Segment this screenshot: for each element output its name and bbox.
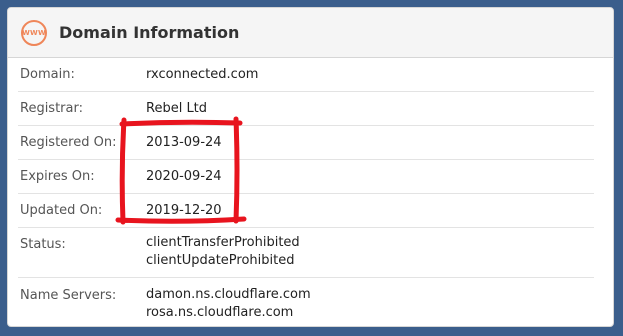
name-server-value: damon.ns.cloudflare.com [146, 287, 311, 302]
status-values: clientTransferProhibited clientUpdatePro… [146, 234, 300, 270]
row-registered-on: Registered On: 2013-09-24 [18, 126, 594, 160]
domain-information-panel: WWW Domain Information Domain: rxconnect… [7, 7, 614, 327]
registered-on-label: Registered On: [20, 135, 117, 150]
registrar-label: Registrar: [20, 101, 83, 116]
updated-on-value: 2019-12-20 [146, 203, 222, 218]
domain-value: rxconnected.com [146, 67, 259, 82]
status-label: Status: [20, 237, 66, 252]
name-servers-label: Name Servers: [20, 288, 117, 303]
panel-title: Domain Information [59, 23, 240, 42]
status-value: clientUpdateProhibited [146, 253, 295, 268]
row-expires-on: Expires On: 2020-09-24 [18, 160, 594, 194]
www-globe-icon: WWW [21, 19, 47, 46]
registrar-value: Rebel Ltd [146, 101, 208, 116]
updated-on-label: Updated On: [20, 203, 103, 218]
row-updated-on: Updated On: 2019-12-20 [18, 194, 594, 228]
expires-on-label: Expires On: [20, 169, 95, 184]
expires-on-value: 2020-09-24 [146, 169, 222, 184]
row-domain: Domain: rxconnected.com [18, 58, 594, 92]
row-name-servers: Name Servers: damon.ns.cloudflare.com ro… [18, 278, 594, 326]
row-status: Status: clientTransferProhibited clientU… [18, 228, 594, 278]
name-server-value: rosa.ns.cloudflare.com [146, 305, 294, 320]
name-server-values: damon.ns.cloudflare.com rosa.ns.cloudfla… [146, 286, 311, 322]
status-value: clientTransferProhibited [146, 235, 300, 250]
row-registrar: Registrar: Rebel Ltd [18, 92, 594, 126]
domain-label: Domain: [20, 67, 75, 82]
registered-on-value: 2013-09-24 [146, 135, 222, 150]
panel-header: WWW Domain Information [8, 8, 613, 58]
